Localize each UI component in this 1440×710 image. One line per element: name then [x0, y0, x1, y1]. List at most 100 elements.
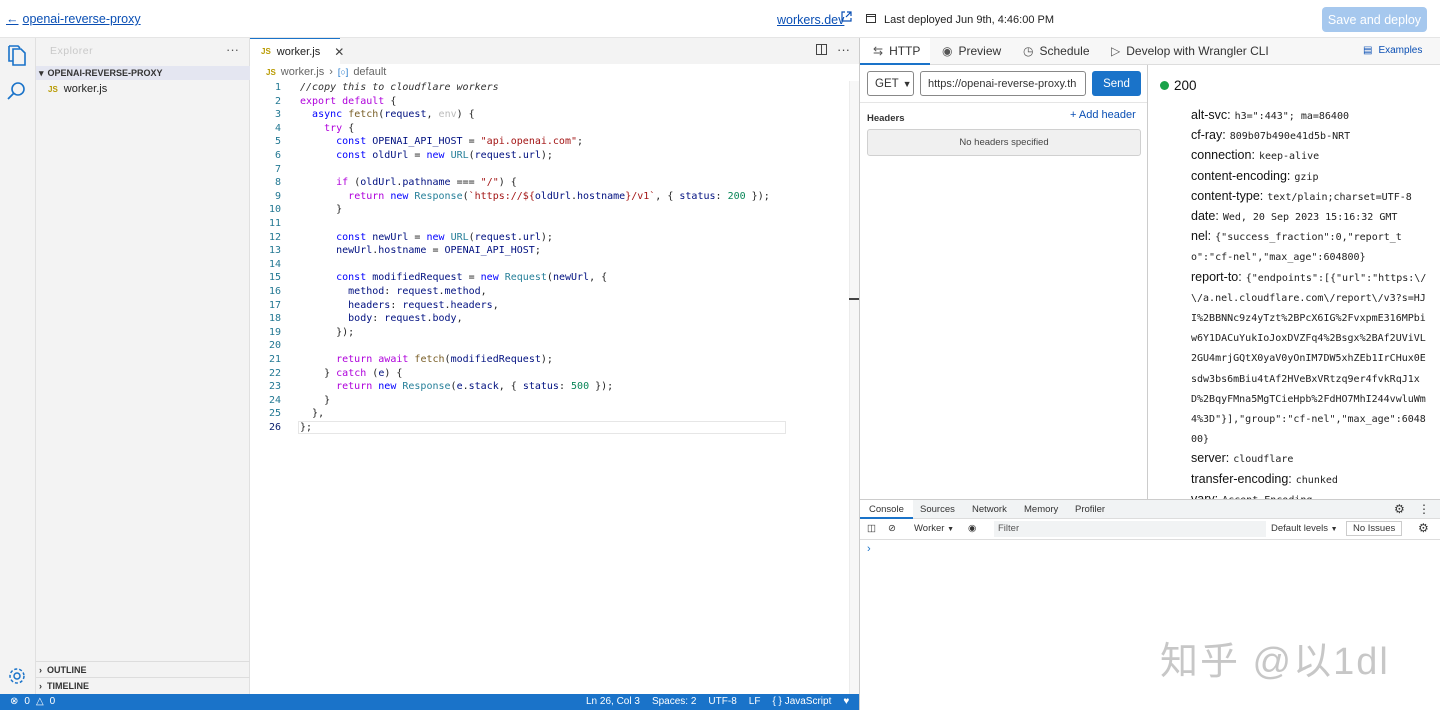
tab-sources[interactable]: Sources [920, 504, 955, 515]
url-input[interactable]: https://openai-reverse-proxy.th [920, 71, 1086, 96]
tab-memory[interactable]: Memory [1024, 504, 1058, 515]
back-link[interactable]: ← openai-reverse-proxy [6, 12, 141, 26]
timeline-section[interactable]: › TIMELINE [36, 677, 250, 693]
indentation[interactable]: Spaces: 2 [652, 696, 696, 707]
method-value: GET [875, 77, 899, 90]
eye-icon[interactable]: ◉ [968, 523, 976, 534]
tab-profiler[interactable]: Profiler [1075, 504, 1105, 515]
book-icon: ▤ [1363, 45, 1373, 56]
code-line: body: request.body, [300, 313, 463, 325]
header-key: cf-ray: [1191, 128, 1226, 143]
workers-dev-link[interactable]: workers.dev [777, 13, 844, 27]
line-number: 5 [274, 136, 281, 148]
code-editor: JS worker.js ✕ ··· JS worker.js › [○] de… [250, 38, 859, 694]
response-header-row: report-to: {"endpoints":[{"url":"https:\/… [1191, 268, 1431, 450]
console-prompt-icon[interactable]: › [867, 543, 871, 555]
line-number: 19 [268, 326, 281, 338]
close-icon[interactable]: ✕ [334, 45, 344, 59]
gear-icon[interactable]: ⚙ [1394, 502, 1405, 516]
explorer-title: Explorer [50, 45, 94, 57]
examples-label: Examples [1378, 45, 1423, 56]
sidebar-toggle-icon[interactable]: ◫ [867, 523, 876, 534]
gear-icon[interactable]: ⚙ [1418, 521, 1429, 535]
response-header-row: connection: keep-alive [1191, 146, 1431, 166]
send-button[interactable]: Send [1092, 71, 1141, 96]
files-icon[interactable] [7, 45, 29, 67]
header-key: transfer-encoding: [1191, 471, 1292, 486]
pane-splitter[interactable] [1147, 65, 1148, 499]
response-header-row: alt-svc: h3=":443"; ma=86400 [1191, 106, 1431, 126]
examples-link[interactable]: ▤ Examples [1363, 45, 1422, 56]
headers-label: Headers [867, 113, 905, 124]
line-number: 18 [268, 313, 281, 325]
levels-select[interactable]: Default levels ▼ [1271, 523, 1338, 534]
tab-schedule[interactable]: ◷ Schedule [1023, 44, 1090, 58]
external-link-icon[interactable] [841, 11, 852, 25]
code-line: method: request.method, [300, 286, 487, 297]
context-select[interactable]: Worker ▼ [914, 523, 954, 534]
method-select[interactable]: GET ▼ [867, 71, 914, 96]
line-number: 21 [268, 354, 281, 365]
more-actions-icon[interactable]: ··· [837, 42, 850, 57]
devtools-tabs: Console Sources Network Memory Profiler … [860, 500, 1440, 519]
header-value: text/plain;charset=UTF-8 [1267, 191, 1412, 203]
line-number: 17 [268, 299, 281, 311]
add-header-label: Add header [1078, 109, 1136, 121]
project-folder-label: OPENAI-REVERSE-PROXY [47, 68, 163, 78]
header-key: nel: [1191, 229, 1212, 244]
clear-console-icon[interactable]: ⊘ [888, 523, 896, 534]
outline-section[interactable]: › OUTLINE [36, 661, 250, 677]
encoding[interactable]: UTF-8 [708, 696, 736, 707]
project-name: openai-reverse-proxy [22, 12, 141, 26]
caret-down-icon: ▼ [947, 526, 955, 533]
warning-icon: △ [35, 696, 44, 707]
file-worker-js[interactable]: JS worker.js [48, 83, 107, 95]
chevron-down-icon: ▾ [39, 67, 44, 78]
language-mode[interactable]: { } JavaScript [772, 696, 831, 707]
editor-scrollbar[interactable] [849, 81, 859, 694]
split-editor-icon[interactable] [816, 44, 827, 58]
line-number: 12 [268, 231, 281, 243]
arrow-left-icon: ← [6, 12, 19, 26]
line-number: 7 [274, 163, 281, 175]
gear-icon[interactable] [7, 666, 29, 688]
cursor-position[interactable]: Ln 26, Col 3 [586, 696, 640, 707]
breadcrumb-symbol[interactable]: default [353, 66, 386, 78]
console-toolbar: ◫ ⊘ Worker ▼ ◉ Filter Default levels ▼ N… [860, 519, 1440, 540]
breadcrumb-file[interactable]: worker.js [281, 66, 324, 78]
search-icon[interactable] [7, 81, 29, 103]
line-ending[interactable]: LF [749, 696, 761, 707]
line-number: 22 [268, 367, 281, 379]
tab-worker-js[interactable]: JS worker.js ✕ [250, 38, 344, 64]
chevron-right-icon: › [39, 664, 42, 675]
issues-button[interactable]: No Issues [1346, 521, 1403, 536]
response-header-row: content-encoding: gzip [1191, 167, 1431, 187]
kebab-menu-icon[interactable]: ⋮ [1418, 502, 1430, 516]
tab-preview[interactable]: ◉ Preview [942, 44, 1001, 58]
explorer-sidebar: Explorer ··· ▾ OPENAI-REVERSE-PROXY JS w… [36, 38, 250, 694]
tab-network[interactable]: Network [972, 504, 1007, 515]
response-header-row: transfer-encoding: chunked [1191, 470, 1431, 490]
tab-label: Develop with Wrangler CLI [1126, 44, 1269, 58]
add-header-button[interactable]: + Add header [1070, 109, 1136, 121]
header-key: date: [1191, 209, 1219, 224]
project-folder[interactable]: ▾ OPENAI-REVERSE-PROXY [36, 66, 250, 80]
code-line: }; [300, 422, 313, 433]
filter-input[interactable]: Filter [994, 521, 1266, 537]
code-line: headers: request.headers, [300, 299, 499, 311]
response-header-row: server: cloudflare [1191, 449, 1431, 469]
more-actions-icon[interactable]: ··· [226, 42, 239, 57]
tab-console[interactable]: Console [860, 500, 913, 519]
save-and-deploy-button[interactable]: Save and deploy [1322, 7, 1427, 32]
problems-indicator[interactable]: ⊗ 0 △ 0 [10, 696, 55, 707]
preview-tabs: ⇆ HTTP ◉ Preview ◷ Schedule ▷ Develop wi… [860, 38, 1440, 65]
tab-wrangler[interactable]: ▷ Develop with Wrangler CLI [1111, 44, 1269, 58]
bell-icon[interactable]: ♥ [843, 696, 849, 707]
tab-http[interactable]: ⇆ HTTP [860, 38, 930, 65]
response-headers: alt-svc: h3=":443"; ma=86400 cf-ray: 809b07… [1191, 106, 1431, 510]
header-value: cloudflare [1233, 454, 1294, 466]
code-line: if (oldUrl.pathname === "/") { [336, 177, 517, 189]
header-key: alt-svc: [1191, 108, 1231, 122]
